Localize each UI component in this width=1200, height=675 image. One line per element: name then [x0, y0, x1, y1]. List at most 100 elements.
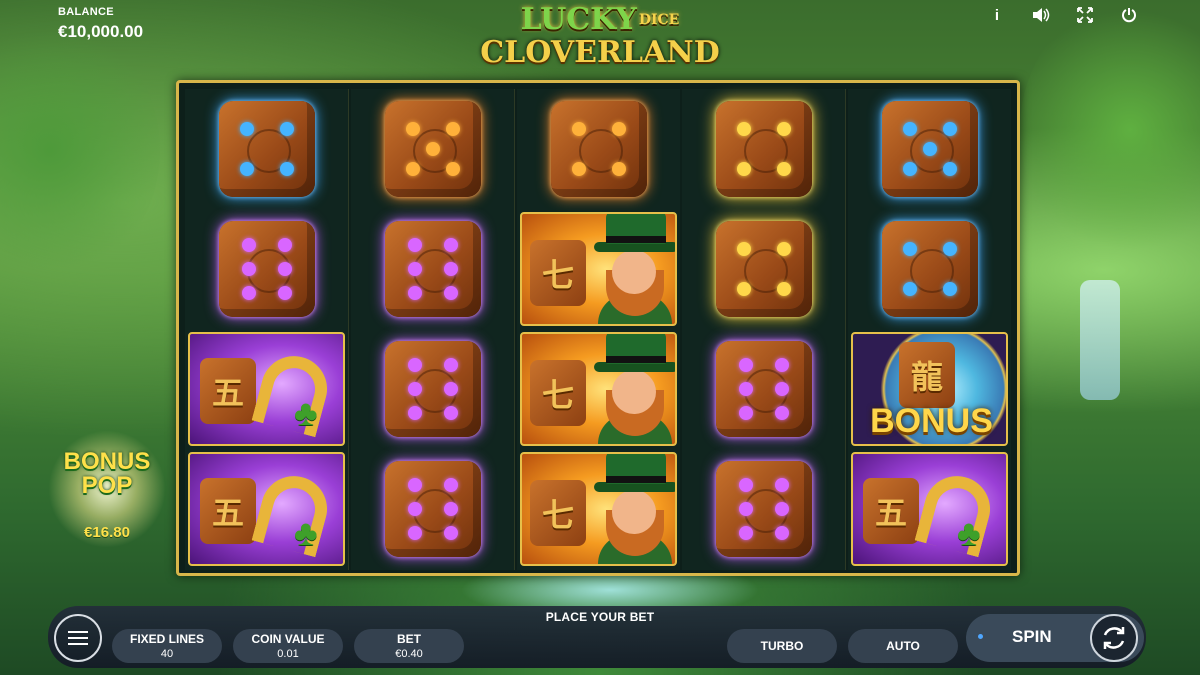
leprechaun-symbol: 七	[520, 332, 677, 446]
clover-icon: ♣	[294, 512, 318, 553]
spin-icon	[1103, 627, 1125, 649]
die-pip	[407, 238, 422, 252]
turbo-button[interactable]: TURBO	[727, 629, 837, 663]
dice-block-glyph: 五	[863, 478, 919, 544]
die-pip	[736, 122, 751, 136]
die-pip	[736, 282, 751, 296]
die-pip	[738, 406, 753, 420]
menu-icon-bar	[68, 643, 88, 645]
spin-button[interactable]	[1090, 614, 1138, 662]
dice-block-glyph: 七	[530, 480, 586, 546]
bet-selector[interactable]: BET €0.40	[354, 629, 464, 663]
spin-indicator-dot	[978, 634, 983, 639]
balance-value: €10,000.00	[58, 22, 144, 41]
sound-icon[interactable]	[1032, 6, 1050, 24]
die-pip	[405, 162, 420, 176]
purple-die-symbol	[715, 341, 812, 437]
coin-value-selector[interactable]: COIN VALUE 0.01	[233, 629, 343, 663]
die-pip	[611, 122, 626, 136]
reel-cell	[185, 209, 348, 329]
leprechaun-symbol: 七	[520, 452, 677, 566]
purple-die-symbol	[384, 461, 481, 557]
die-pip	[571, 162, 586, 176]
die-pip	[443, 286, 458, 300]
auto-button[interactable]: AUTO	[848, 629, 958, 663]
reel-column: 五 ♣ 五 ♣	[185, 89, 348, 570]
orange-die-symbol	[384, 101, 481, 197]
logo-dice-text: DICE	[638, 12, 680, 28]
die-pip	[277, 238, 292, 252]
top-toolbar: i	[988, 6, 1138, 24]
die-pip	[942, 242, 957, 256]
dice-block-glyph: 龍	[899, 342, 955, 408]
die-pip	[407, 286, 422, 300]
leprechaun-hat-band	[606, 476, 666, 483]
die-pip	[425, 142, 440, 156]
logo-line-lucky: LUCKY DICE	[480, 4, 720, 36]
bonus-pop-value: €16.80	[84, 524, 130, 541]
die-pip	[443, 382, 458, 396]
reel-cell	[351, 209, 514, 329]
reel-cell	[351, 449, 514, 569]
reel-column: 七七七	[517, 89, 680, 570]
die-pip	[407, 262, 422, 276]
info-icon[interactable]: i	[988, 6, 1006, 24]
die-pip	[239, 162, 254, 176]
reel-cell	[682, 209, 845, 329]
leprechaun-hat-band	[606, 356, 666, 363]
die-pip	[774, 526, 789, 540]
die-pip	[407, 478, 422, 492]
reel-cell	[848, 209, 1011, 329]
gold-die-symbol	[715, 221, 812, 317]
auto-label: AUTO	[886, 639, 920, 653]
dice-block-glyph: 五	[200, 358, 256, 424]
reel-cell	[682, 89, 845, 209]
bonus-pop-badge: BONUS POP €16.80	[48, 430, 166, 548]
gold-die-symbol	[715, 101, 812, 197]
menu-button[interactable]	[54, 614, 102, 662]
spin-label[interactable]: SPIN	[1012, 627, 1052, 647]
horseshoe-icon	[251, 348, 335, 438]
die-pip	[902, 122, 917, 136]
die-pip	[738, 526, 753, 540]
game-logo: LUCKY DICE CLOVERLAND	[480, 4, 720, 78]
blue-die-symbol	[881, 101, 978, 197]
die-pip	[443, 262, 458, 276]
bonus-label: BONUS	[870, 402, 993, 440]
power-icon[interactable]	[1120, 6, 1138, 24]
die-pip	[738, 358, 753, 372]
die-pip	[738, 478, 753, 492]
leprechaun-face	[612, 370, 656, 414]
die-pip	[443, 406, 458, 420]
die-pip	[443, 358, 458, 372]
bonus-pop-line1: BONUS	[63, 448, 151, 475]
reel-column	[351, 89, 514, 570]
die-pip	[443, 526, 458, 540]
die-pip	[774, 478, 789, 492]
fullscreen-icon[interactable]	[1076, 6, 1094, 24]
die-pip	[776, 242, 791, 256]
reel-cell	[351, 329, 514, 449]
purple-die-symbol	[218, 221, 315, 317]
die-pip	[407, 382, 422, 396]
die-pip	[776, 122, 791, 136]
die-pip	[277, 262, 292, 276]
die-pip	[443, 238, 458, 252]
die-pip	[774, 502, 789, 516]
die-pip	[738, 382, 753, 396]
leprechaun-face	[612, 250, 656, 294]
die-pip	[407, 526, 422, 540]
die-pip	[277, 286, 292, 300]
die-pip	[443, 478, 458, 492]
die-pip	[571, 122, 586, 136]
blue-die-symbol	[218, 101, 315, 197]
die-pip	[611, 162, 626, 176]
die-pip	[279, 162, 294, 176]
horseshoe-symbol: 五 ♣	[188, 332, 345, 446]
fixed-lines-display: FIXED LINES 40	[112, 629, 222, 663]
bonus-pop-title: BONUS POP	[48, 450, 166, 498]
reel-column: 龍 BONUS 五 ♣	[848, 89, 1011, 570]
horseshoe-symbol: 五 ♣	[851, 452, 1008, 566]
reel-cell	[351, 89, 514, 209]
bet-label: BET	[397, 632, 421, 646]
